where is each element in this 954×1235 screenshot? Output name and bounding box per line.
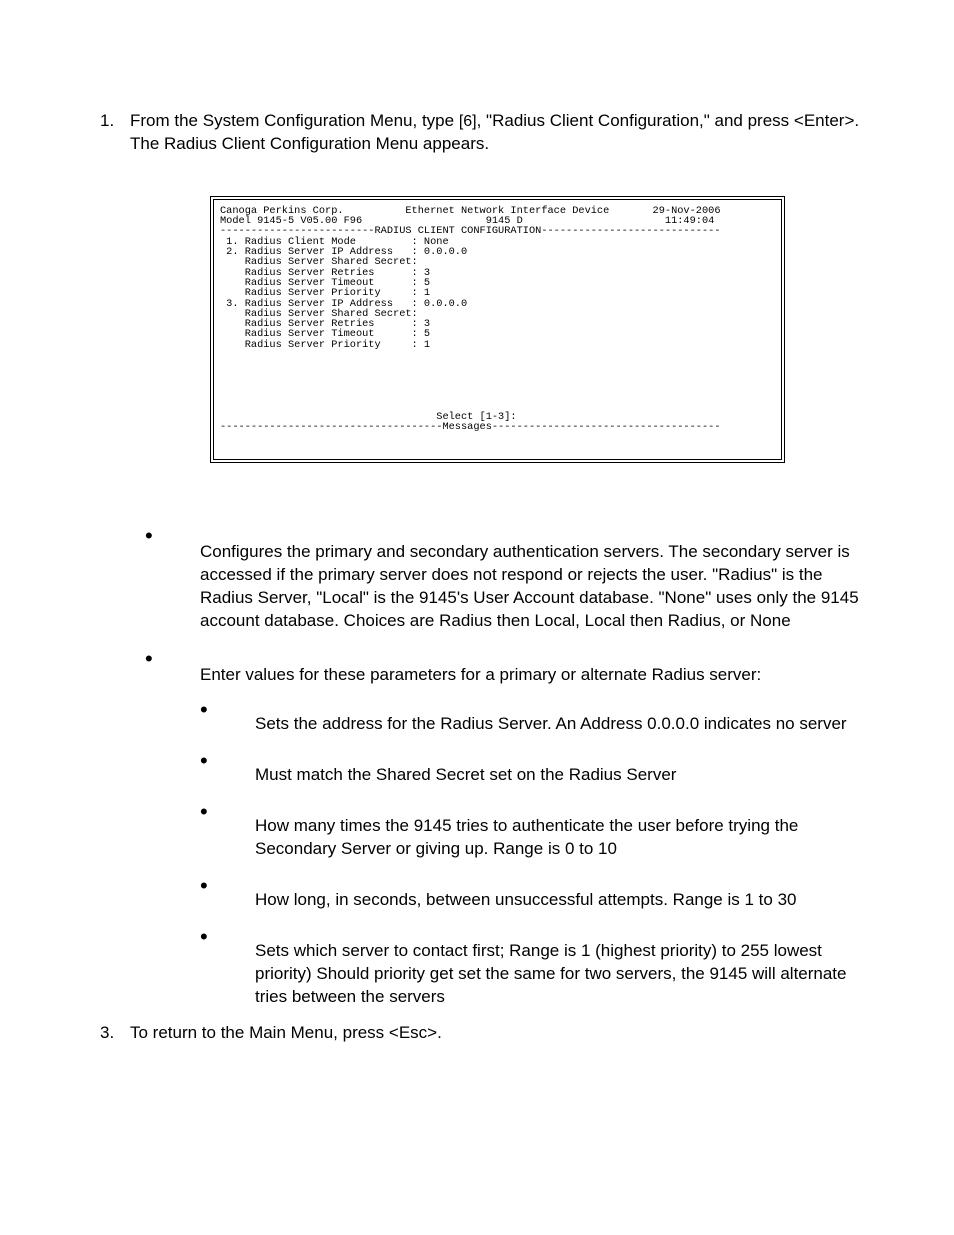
- document-page: 1. From the System Configuration Menu, t…: [0, 0, 954, 1103]
- bullet-1-text: Configures the primary and secondary aut…: [200, 542, 859, 630]
- bullet-radius-server-params: Enter values for these parameters for a …: [145, 646, 864, 1008]
- key-6: [6]: [459, 113, 477, 130]
- sub-bullet-list: Sets the address for the Radius Server. …: [200, 697, 864, 1009]
- bullet-radius-client-mode: Configures the primary and secondary aut…: [145, 523, 864, 633]
- bullet-2-intro: Enter values for these parameters for a …: [200, 665, 761, 684]
- step-1: 1. From the System Configuration Menu, t…: [100, 110, 864, 156]
- step-1-part-a: From the System Configuration Menu, type: [130, 111, 459, 130]
- sub-bullet-ip-address: Sets the address for the Radius Server. …: [200, 697, 864, 736]
- sub-4-text: How long, in seconds, between unsuccessf…: [255, 890, 796, 909]
- sub-2-text: Must match the Shared Secret set on the …: [255, 765, 676, 784]
- step-3-text: To return to the Main Menu, press <Esc>.: [130, 1023, 442, 1043]
- sub-bullet-retries: How many times the 9145 tries to authent…: [200, 799, 864, 861]
- sub-3-text: How many times the 9145 tries to authent…: [255, 816, 798, 858]
- step-text: From the System Configuration Menu, type…: [130, 110, 864, 156]
- sub-bullet-priority: Sets which server to contact first; Rang…: [200, 924, 864, 1009]
- bullet-list: Configures the primary and secondary aut…: [145, 523, 864, 1009]
- terminal-screenshot: Canoga Perkins Corp. Ethernet Network In…: [210, 196, 785, 463]
- step-3: 3. To return to the Main Menu, press <Es…: [100, 1023, 864, 1043]
- sub-bullet-timeout: How long, in seconds, between unsuccessf…: [200, 873, 864, 912]
- sub-5-text: Sets which server to contact first; Rang…: [255, 941, 847, 1006]
- step-number: 3.: [100, 1023, 130, 1043]
- step-number: 1.: [100, 110, 130, 156]
- sub-1-text: Sets the address for the Radius Server. …: [255, 714, 847, 733]
- sub-bullet-shared-secret: Must match the Shared Secret set on the …: [200, 748, 864, 787]
